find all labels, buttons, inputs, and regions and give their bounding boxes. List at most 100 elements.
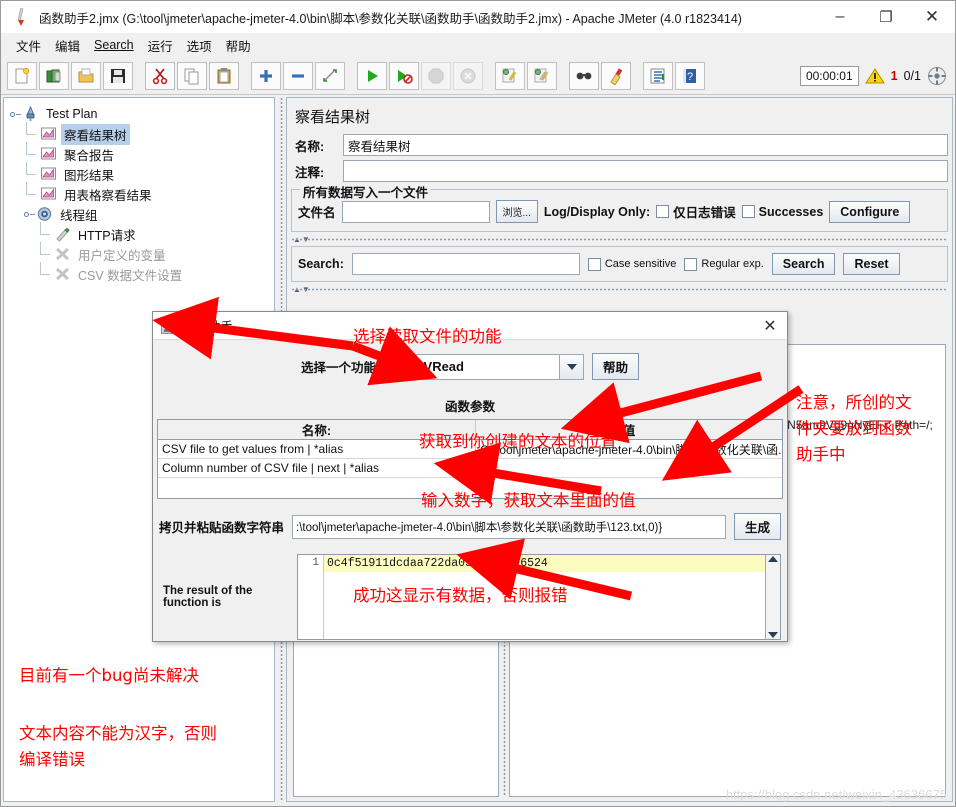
- result-scrollbar[interactable]: [765, 555, 780, 639]
- save-icon[interactable]: [103, 61, 133, 90]
- help-icon[interactable]: ?: [675, 61, 705, 90]
- tree-node-thread-group[interactable]: 线程组: [10, 204, 274, 224]
- tree-node-view-results-tree[interactable]: 察看结果树: [10, 122, 274, 145]
- result-label: The result of the function is: [163, 585, 253, 609]
- result-editor[interactable]: 1 0c4f51911dcdaa722da03d73aaa76524: [297, 554, 781, 640]
- filename-input[interactable]: [341, 200, 490, 223]
- threads-gauge-icon: [928, 66, 946, 85]
- table-row[interactable]: Column number of CSV file | next | *alia…: [158, 459, 782, 478]
- checkbox-icon[interactable]: [741, 205, 755, 218]
- errors-only-checkbox[interactable]: 仅日志错误: [656, 202, 736, 221]
- tree-guide: [38, 242, 54, 264]
- templates-icon[interactable]: [39, 61, 69, 90]
- clear-icon[interactable]: [495, 61, 525, 90]
- table-header-row: 名称: 值: [158, 420, 782, 440]
- menu-bar: 文件 编辑 Search 运行 选项 帮助: [1, 33, 955, 57]
- checkbox-icon[interactable]: [656, 205, 670, 218]
- param-value[interactable]: 0: [476, 459, 782, 477]
- test-plan-icon: [22, 105, 39, 122]
- menu-options[interactable]: 选项: [180, 34, 219, 57]
- checkbox-icon[interactable]: [684, 257, 698, 271]
- configure-button[interactable]: Configure: [829, 200, 911, 223]
- tree-node-csv-data-set-config[interactable]: CSV 数据文件设置: [10, 262, 274, 284]
- column-header-value: 值: [622, 424, 636, 438]
- case-sensitive-checkbox[interactable]: Case sensitive: [587, 257, 676, 271]
- disabled-config-icon: [54, 246, 71, 262]
- collapse-icon[interactable]: [283, 61, 313, 90]
- new-icon[interactable]: [7, 61, 37, 90]
- chevron-down-icon[interactable]: [559, 354, 583, 379]
- tree-guide: [24, 122, 40, 144]
- warning-icon[interactable]: [864, 67, 885, 85]
- active-threads-count: 0/1: [903, 68, 921, 83]
- clear-all-icon[interactable]: [527, 61, 557, 90]
- checkbox-icon[interactable]: [587, 257, 601, 271]
- search-input[interactable]: [351, 253, 580, 275]
- function-parameters-title: 函数参数: [444, 400, 495, 414]
- tree-guide: [38, 262, 54, 284]
- menu-run[interactable]: 运行: [141, 34, 180, 57]
- dialog-title-bar: 函数助手 ✕: [153, 312, 787, 340]
- name-input[interactable]: 察看结果树: [343, 134, 948, 156]
- expand-handle-icon[interactable]: [10, 109, 21, 120]
- close-button[interactable]: ✕: [909, 1, 955, 33]
- stop-icon: [421, 61, 451, 90]
- minimize-button[interactable]: –: [817, 1, 863, 33]
- scroll-up-icon[interactable]: [768, 556, 778, 562]
- tree-node-user-defined-variables[interactable]: 用户定义的变量: [10, 242, 274, 264]
- start-no-pause-icon[interactable]: [389, 61, 419, 90]
- open-icon[interactable]: [71, 61, 101, 90]
- tree-node-view-results-in-table[interactable]: 用表格察看结果: [10, 182, 274, 204]
- generate-button[interactable]: 生成: [733, 513, 781, 540]
- table-row-empty: [158, 478, 782, 498]
- tree-node-http-request[interactable]: HTTP请求: [10, 222, 274, 244]
- param-value[interactable]: G:\tool\jmeter\apache-jmeter-4.0\bin\脚本\…: [476, 440, 782, 458]
- search-icon[interactable]: [569, 61, 599, 90]
- copy-icon[interactable]: [177, 61, 207, 90]
- java-coffee-icon: [161, 317, 177, 334]
- comment-input[interactable]: [343, 160, 948, 182]
- dialog-close-button[interactable]: ✕: [753, 312, 787, 340]
- maximize-button[interactable]: ❐: [863, 1, 909, 33]
- tree-node-test-plan[interactable]: Test Plan: [10, 104, 274, 124]
- menu-help[interactable]: 帮助: [219, 34, 258, 57]
- tree-node-label: 图形结果: [64, 168, 115, 183]
- browse-button[interactable]: 浏览...: [495, 200, 538, 223]
- dialog-body: 选择一个功能 __CSVRead 帮助 函数参数 名称: 值 CSV file …: [153, 340, 787, 642]
- horizontal-splitter-2[interactable]: ▲▼: [291, 285, 948, 294]
- expand-icon[interactable]: [251, 61, 281, 90]
- table-row[interactable]: CSV file to get values from | *alias G:\…: [158, 440, 782, 459]
- function-select-dropdown[interactable]: __CSVRead: [384, 353, 584, 380]
- search-label: Search:: [298, 257, 344, 271]
- paste-icon[interactable]: [209, 61, 239, 90]
- reset-button[interactable]: Reset: [843, 253, 900, 275]
- cut-icon[interactable]: [145, 61, 175, 90]
- start-icon[interactable]: [357, 61, 387, 90]
- group-legend: 所有数据写入一个文件: [300, 182, 432, 201]
- successes-checkbox[interactable]: Successes: [741, 205, 823, 219]
- function-string-input[interactable]: :\tool\jmeter\apache-jmeter-4.0\bin\脚本\参…: [292, 514, 726, 539]
- title-bar: 函数助手2.jmx (G:\tool\jmeter\apache-jmeter-…: [1, 1, 955, 33]
- disabled-config-icon: [54, 266, 71, 282]
- regular-exp-checkbox[interactable]: Regular exp.: [684, 257, 764, 271]
- function-helper-icon[interactable]: [643, 61, 673, 90]
- test-plan-tree: Test Plan 察看结果树 聚合报告 图形结果 用表格察看结果 线程组 HT…: [4, 98, 274, 284]
- horizontal-splitter[interactable]: ▲▼: [291, 235, 948, 244]
- expand-handle-icon[interactable]: [24, 209, 35, 220]
- menu-search[interactable]: Search: [87, 36, 141, 54]
- tree-node-aggregate-report[interactable]: 聚合报告: [10, 142, 274, 164]
- menu-edit[interactable]: 编辑: [48, 34, 87, 57]
- toolbar-status: 00:00:01 1 0/1: [799, 65, 955, 86]
- dialog-title: 函数助手: [183, 320, 234, 334]
- toggle-icon[interactable]: [315, 61, 345, 90]
- search-button[interactable]: Search: [771, 253, 836, 275]
- scroll-down-icon[interactable]: [768, 632, 778, 638]
- name-field-row: 名称: 察看结果树: [291, 133, 948, 157]
- result-code-area[interactable]: 0c4f51911dcdaa722da03d73aaa76524: [324, 555, 765, 639]
- search-reset-icon[interactable]: [601, 61, 631, 90]
- menu-file[interactable]: 文件: [9, 34, 48, 57]
- tree-guide: [38, 222, 54, 244]
- tree-node-graph-results[interactable]: 图形结果: [10, 162, 274, 184]
- regular-exp-label: Regular exp.: [701, 258, 764, 270]
- help-button[interactable]: 帮助: [592, 353, 640, 380]
